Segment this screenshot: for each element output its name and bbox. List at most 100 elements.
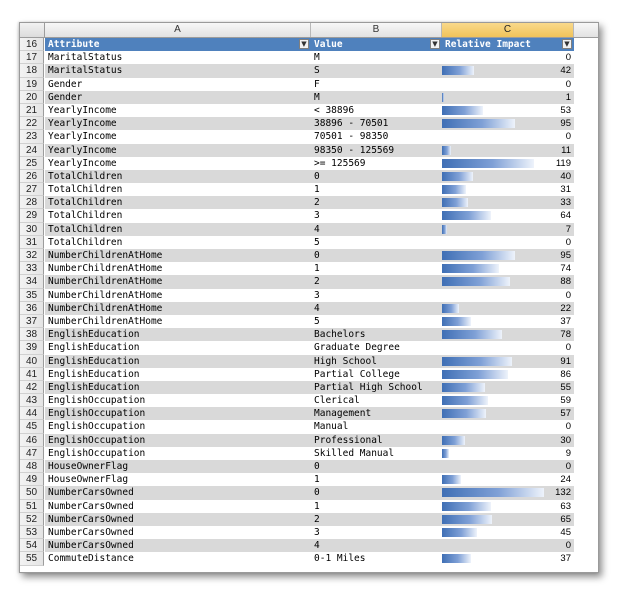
impact-cell[interactable]: 30 [442,433,574,447]
attribute-cell[interactable]: HouseOwnerFlag [45,460,311,474]
value-cell[interactable]: 4 [311,222,442,236]
row-number[interactable]: 55 [20,552,44,566]
attribute-cell[interactable]: NumberCarsOwned [45,526,311,539]
value-cell[interactable]: Manual [311,420,442,433]
attribute-cell[interactable]: MaritalStatus [45,64,311,78]
row-number[interactable]: 50 [20,486,44,500]
impact-cell[interactable]: 132 [442,486,574,500]
row-number[interactable]: 18 [20,64,44,78]
column-header-c[interactable]: C [442,23,574,37]
impact-cell[interactable]: 0 [442,460,574,474]
value-cell[interactable]: 3 [311,526,442,539]
row-number[interactable]: 40 [20,354,44,368]
row-number[interactable]: 38 [20,328,44,342]
impact-cell[interactable]: 11 [442,143,574,157]
row-number[interactable]: 28 [20,196,44,210]
row-number[interactable]: 23 [20,130,44,144]
attribute-cell[interactable]: YearlyIncome [45,130,311,143]
row-number[interactable]: 36 [20,301,44,315]
impact-cell[interactable]: 55 [442,380,574,395]
row-number[interactable]: 49 [20,473,44,487]
impact-cell[interactable]: 0 [442,420,574,433]
attribute-cell[interactable]: Gender [45,78,311,91]
impact-cell[interactable]: 0 [442,130,574,143]
attribute-cell[interactable]: CommuteDistance [45,552,311,565]
value-cell[interactable]: 4 [311,539,442,553]
impact-cell[interactable]: 37 [442,315,574,328]
impact-cell[interactable]: 42 [442,64,574,78]
value-cell[interactable]: 38896 - 70501 [311,117,442,131]
row-number[interactable]: 35 [20,288,44,302]
value-cell[interactable]: 0 [311,460,442,474]
attribute-cell[interactable]: YearlyIncome [45,157,311,170]
attribute-cell[interactable]: YearlyIncome [45,117,311,131]
row-number[interactable]: 24 [20,143,44,157]
impact-cell[interactable]: 9 [442,447,574,460]
impact-cell[interactable]: 119 [442,157,574,170]
value-cell[interactable]: 2 [311,196,442,210]
attribute-cell[interactable]: EnglishOccupation [45,447,311,460]
row-number[interactable]: 42 [20,380,44,395]
impact-cell[interactable]: 1 [442,90,574,104]
row-number[interactable]: 16 [20,38,44,52]
impact-cell[interactable]: 91 [442,354,574,368]
impact-cell[interactable]: 78 [442,328,574,342]
impact-cell[interactable]: 65 [442,512,574,526]
value-cell[interactable]: S [311,64,442,78]
select-all-corner[interactable] [20,23,45,37]
attribute-cell[interactable]: NumberChildrenAtHome [45,301,311,315]
value-cell[interactable]: Management [311,407,442,421]
value-cell[interactable]: High School [311,354,442,368]
value-cell[interactable]: Partial High School [311,380,442,395]
attribute-cell[interactable]: HouseOwnerFlag [45,473,311,486]
value-cell[interactable]: 0 [311,486,442,500]
attribute-cell[interactable]: EnglishOccupation [45,433,311,447]
row-number[interactable]: 26 [20,169,44,184]
impact-cell[interactable]: 59 [442,394,574,407]
value-cell[interactable]: >= 125569 [311,157,442,170]
value-cell[interactable]: M [311,90,442,104]
header-attribute-cell[interactable]: Attribute ▼ [45,38,311,52]
row-number[interactable]: 32 [20,249,44,263]
impact-cell[interactable]: 0 [442,78,574,91]
attribute-cell[interactable]: EnglishOccupation [45,394,311,407]
value-cell[interactable]: Partial College [311,368,442,381]
value-cell[interactable]: 0-1 Miles [311,552,442,565]
attribute-cell[interactable]: YearlyIncome [45,104,311,117]
value-cell[interactable]: 5 [311,236,442,249]
value-cell[interactable]: 2 [311,512,442,526]
impact-cell[interactable]: 24 [442,473,574,486]
value-cell[interactable]: 2 [311,275,442,289]
impact-cell[interactable]: 37 [442,552,574,565]
row-number[interactable]: 29 [20,209,44,223]
attribute-cell[interactable]: EnglishEducation [45,368,311,381]
row-number[interactable]: 37 [20,314,44,329]
value-cell[interactable]: Skilled Manual [311,447,442,460]
value-cell[interactable]: 98350 - 125569 [311,143,442,157]
attribute-cell[interactable]: NumberCarsOwned [45,486,311,500]
impact-cell[interactable]: 0 [442,289,574,302]
row-number[interactable]: 54 [20,539,44,553]
value-cell[interactable]: 3 [311,209,442,222]
filter-dropdown-icon[interactable]: ▼ [562,39,572,49]
impact-cell[interactable]: 22 [442,301,574,315]
attribute-cell[interactable]: NumberChildrenAtHome [45,249,311,263]
value-cell[interactable]: 1 [311,473,442,486]
row-number[interactable]: 44 [20,407,44,421]
row-number[interactable]: 53 [20,525,44,540]
row-number[interactable]: 20 [20,90,44,104]
attribute-cell[interactable]: EnglishEducation [45,341,311,354]
row-number[interactable]: 41 [20,367,44,381]
attribute-cell[interactable]: YearlyIncome [45,143,311,157]
row-number[interactable]: 45 [20,420,44,434]
row-number[interactable]: 17 [20,51,44,65]
attribute-cell[interactable]: NumberCarsOwned [45,539,311,553]
filter-dropdown-icon[interactable]: ▼ [430,39,440,49]
value-cell[interactable]: 5 [311,315,442,328]
attribute-cell[interactable]: TotalChildren [45,209,311,222]
impact-cell[interactable]: 0 [442,236,574,249]
impact-cell[interactable]: 64 [442,209,574,222]
row-number[interactable]: 30 [20,222,44,236]
impact-cell[interactable]: 7 [442,222,574,236]
row-number[interactable]: 46 [20,433,44,447]
